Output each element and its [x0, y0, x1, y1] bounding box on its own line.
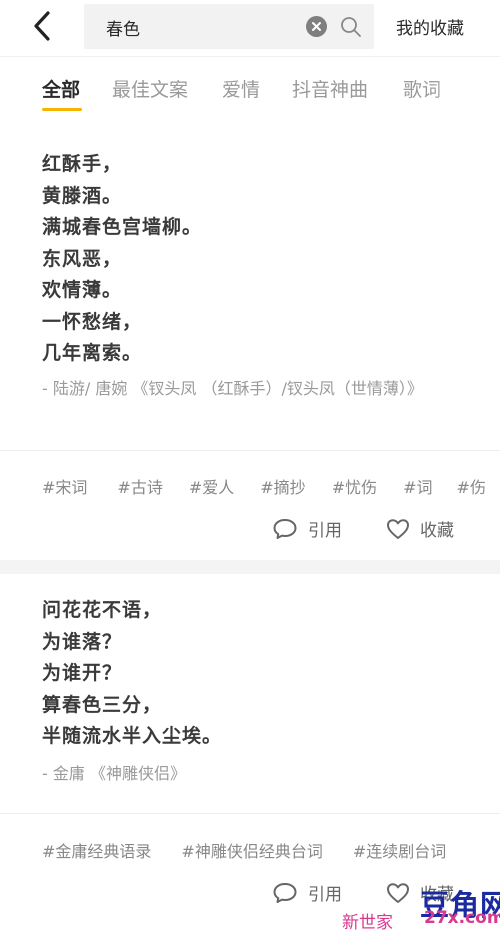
quote-text[interactable]: 问花花不语， 为谁落？ 为谁开？ 算春色三分， 半随流水半入尘埃。	[42, 595, 222, 753]
quote-line: 黄滕酒。	[42, 184, 123, 207]
quote-line: 为谁落？	[42, 630, 123, 653]
tag-chip[interactable]: #忧伤	[332, 474, 377, 498]
header-divider	[0, 56, 500, 57]
cite-button[interactable]: 引用	[272, 516, 342, 541]
tag-chip[interactable]: #神雕侠侣经典台词	[181, 838, 322, 862]
back-button[interactable]	[28, 10, 58, 42]
quote-line: 几年离索。	[42, 342, 143, 364]
quote-line: 满城春色宫墙柳。	[42, 216, 203, 238]
tag-chip[interactable]: #摘抄	[260, 474, 305, 498]
my-favorites-link[interactable]: 我的收藏	[396, 14, 464, 39]
quote-card: 红酥手， 黄滕酒。 满城春色宫墙柳。 东风恶， 欢情薄。 一怀愁绪， 几年离索。…	[0, 118, 500, 550]
tag-chip[interactable]: #连续剧台词	[353, 838, 446, 862]
quote-line: 红酥手，	[42, 153, 123, 175]
tag-chip[interactable]: #词	[403, 474, 432, 498]
active-tab-indicator	[42, 108, 82, 111]
quote-line: 算春色三分，	[42, 693, 163, 716]
tag-list: #金庸经典语录 #神雕侠侣经典台词 #连续剧台词	[42, 838, 500, 862]
quote-line: 欢情薄。	[42, 279, 123, 301]
cite-label: 引用	[308, 521, 342, 541]
quote-attribution[interactable]: - 陆游/ 唐婉 《钗头凤 （红酥手）/钗头凤（世情薄）》	[42, 378, 452, 399]
tab-best-copy[interactable]: 最佳文案	[112, 75, 188, 102]
tab-love[interactable]: 爱情	[222, 75, 260, 102]
heart-icon	[387, 518, 409, 539]
speech-bubble-icon	[273, 882, 297, 903]
watermark-subtext: 新世家	[342, 913, 393, 933]
watermark-domain: 27x.com	[424, 908, 500, 928]
quote-line: 为谁开？	[42, 662, 123, 684]
card-divider	[0, 813, 500, 814]
tag-list: #宋词 #古诗 #爱人 #摘抄 #忧伤 #词 #伤	[42, 474, 500, 498]
tag-chip[interactable]: #金庸经典语录	[42, 838, 151, 862]
search-box[interactable]: 春色	[84, 4, 374, 49]
search-input[interactable]: 春色	[106, 15, 140, 40]
card-divider	[0, 450, 500, 451]
site-watermark: 豆角网 新世家 27x.com	[338, 878, 500, 935]
tab-lyrics[interactable]: 歌词	[403, 75, 441, 102]
category-tabs: 全部 最佳文案 爱情 抖音神曲 歌词	[0, 58, 500, 118]
chevron-left-icon	[34, 11, 50, 41]
tab-douyin-songs[interactable]: 抖音神曲	[292, 75, 368, 102]
cite-label: 引用	[308, 885, 342, 905]
close-icon	[312, 22, 321, 31]
collect-label: 收藏	[420, 521, 454, 541]
clear-search-button[interactable]	[306, 16, 327, 37]
section-gap	[0, 560, 500, 574]
tag-chip[interactable]: #伤	[457, 474, 486, 498]
speech-bubble-icon	[273, 518, 297, 539]
quote-line: 问花花不语，	[42, 599, 163, 621]
tab-all[interactable]: 全部	[42, 75, 80, 102]
quote-text[interactable]: 红酥手， 黄滕酒。 满城春色宫墙柳。 东风恶， 欢情薄。 一怀愁绪， 几年离索。	[42, 149, 202, 370]
collect-button[interactable]: 收藏	[386, 516, 454, 541]
tag-chip[interactable]: #宋词	[42, 474, 87, 498]
quote-line: 东风恶，	[42, 247, 123, 270]
quote-attribution[interactable]: - 金庸 《神雕侠侣》	[42, 763, 452, 784]
top-bar: 春色 我的收藏	[0, 0, 500, 58]
quote-line: 半随流水半入尘埃。	[42, 725, 223, 747]
tag-chip[interactable]: #爱人	[189, 474, 234, 498]
cite-button[interactable]: 引用	[272, 880, 342, 905]
search-icon[interactable]	[340, 16, 362, 38]
tag-chip[interactable]: #古诗	[117, 474, 162, 498]
quote-line: 一怀愁绪，	[42, 310, 143, 333]
